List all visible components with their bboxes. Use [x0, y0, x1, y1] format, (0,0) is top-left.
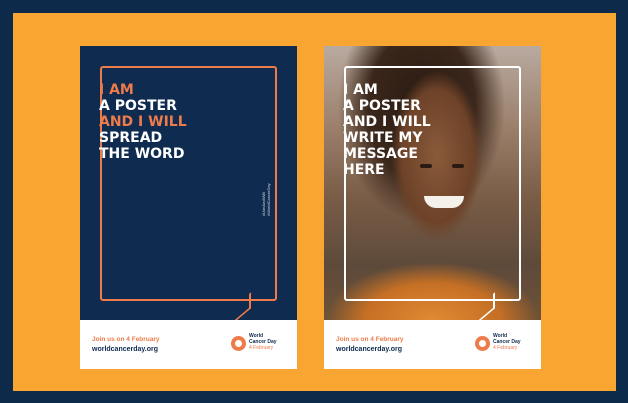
headline-line: A POSTER [99, 98, 177, 114]
headline-line: MESSAGE [343, 146, 418, 162]
orange-frame: I AM A POSTER AND I WILL SPREAD THE WORD… [13, 13, 616, 391]
headline-line: A POSTER [343, 98, 421, 114]
logo-line: 4 February [493, 345, 518, 351]
logo-text: World Cancer Day 4 February [249, 333, 277, 351]
headline-line: AND I WILL [99, 114, 187, 130]
poster-headline: I AM A POSTER AND I WILL WRITE MY MESSAG… [343, 82, 503, 178]
join-text: Join us on 4 February [92, 336, 160, 343]
speech-bubble-tail [235, 292, 251, 322]
poster-photo: I AM A POSTER AND I WILL WRITE MY MESSAG… [324, 46, 541, 369]
logo-mark-icon [231, 336, 246, 351]
join-text: Join us on 4 February [336, 336, 404, 343]
poster-photo-artwork: I AM A POSTER AND I WILL WRITE MY MESSAG… [324, 46, 541, 322]
poster-footer: Join us on 4 February worldcancerday.org… [324, 320, 541, 369]
world-cancer-day-logo: World Cancer Day 4 February [231, 332, 291, 358]
logo-line: 4 February [249, 345, 274, 351]
headline-line: AND I WILL [343, 114, 431, 130]
vertical-hashtags: #IAmAndIWill #WorldCancerDay [261, 156, 271, 216]
headline-line: THE WORD [99, 146, 185, 162]
logo-text: World Cancer Day 4 February [493, 333, 521, 351]
logo-mark-icon [475, 336, 490, 351]
headline-line: I AM [343, 82, 378, 98]
headline-line: I AM [99, 82, 134, 98]
world-cancer-day-logo: World Cancer Day 4 February [475, 332, 535, 358]
hashtag: #WorldCancerDay [266, 183, 271, 216]
headline-line: SPREAD [99, 130, 163, 146]
headline-line: HERE [343, 162, 385, 178]
poster-dark: I AM A POSTER AND I WILL SPREAD THE WORD… [80, 46, 297, 369]
speech-bubble-tail [479, 292, 495, 322]
poster-artwork: I AM A POSTER AND I WILL SPREAD THE WORD… [80, 46, 297, 322]
poster-headline: I AM A POSTER AND I WILL SPREAD THE WORD [99, 82, 259, 162]
headline-line: WRITE MY [343, 130, 423, 146]
website-url: worldcancerday.org [92, 346, 159, 353]
website-url: worldcancerday.org [336, 346, 403, 353]
poster-footer: Join us on 4 February worldcancerday.org… [80, 320, 297, 369]
